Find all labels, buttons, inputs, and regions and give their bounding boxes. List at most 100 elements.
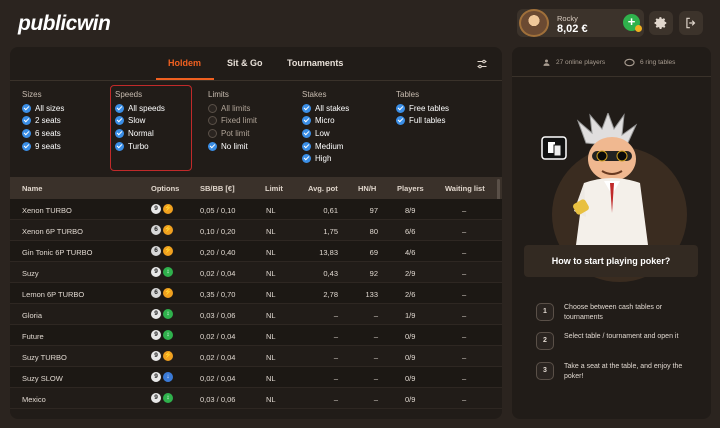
- howto-title: How to start playing poker?: [524, 245, 698, 277]
- checkbox[interactable]: [115, 103, 124, 113]
- cell-players: 0/9: [405, 353, 416, 362]
- checkbox[interactable]: [22, 128, 31, 138]
- filter-option[interactable]: Pot limit: [208, 127, 257, 140]
- filter-option[interactable]: Slow: [115, 115, 165, 128]
- filter-option[interactable]: High: [302, 152, 349, 165]
- cell-players: 1/9: [405, 311, 416, 320]
- cell-players: 0/9: [405, 395, 416, 404]
- tab-sit-and-go[interactable]: Sit & Go: [227, 58, 263, 68]
- checkbox[interactable]: [115, 116, 124, 126]
- logo[interactable]: publicwin: [18, 12, 111, 36]
- column-options[interactable]: Options: [151, 184, 179, 193]
- option-label: Low: [315, 128, 330, 138]
- table-header: Name Options SB/BB [€] Limit Avg. pot HN…: [10, 177, 502, 199]
- checkbox[interactable]: [115, 128, 124, 138]
- filter-option[interactable]: All sizes: [22, 102, 64, 115]
- cell-hnh: 97: [369, 206, 378, 215]
- checkbox[interactable]: [302, 103, 311, 113]
- seats-badge: 6: [151, 246, 161, 256]
- logout-icon: [686, 17, 696, 29]
- cell-limit: NL: [266, 311, 276, 320]
- table-row[interactable]: Lemon 6P TURBO 6 ⚡ 0,35 / 0,70 NL 2,78 133 2/6 –: [10, 283, 502, 304]
- filter-option[interactable]: Medium: [302, 140, 349, 153]
- cell-stakes: 0,35 / 0,70: [200, 290, 236, 299]
- filter-option[interactable]: Free tables: [396, 102, 449, 115]
- column-limit[interactable]: Limit: [265, 184, 283, 193]
- table-row[interactable]: Xenon 6P TURBO 6 ⚡ 0,10 / 0,20 NL 1,75 80 6/6 –: [10, 220, 502, 241]
- cell-avg-pot: –: [333, 395, 338, 404]
- checkbox[interactable]: [302, 116, 311, 126]
- cell-limit: NL: [266, 227, 276, 236]
- checkbox[interactable]: [208, 116, 217, 126]
- table-row[interactable]: Gloria 9 ↕ 0,03 / 0,06 NL – – 1/9 –: [10, 304, 502, 325]
- column-waiting-list[interactable]: Waiting list: [445, 184, 485, 193]
- column-stakes[interactable]: SB/BB [€]: [200, 184, 235, 193]
- checkbox[interactable]: [22, 116, 31, 126]
- table-row[interactable]: Xenon TURBO 9 ⚡ 0,05 / 0,10 NL 0,61 97 8/9 –: [10, 199, 502, 220]
- step-number: 2: [536, 332, 554, 350]
- tab-tournaments[interactable]: Tournaments: [287, 58, 343, 68]
- seats-badge: 9: [151, 351, 161, 361]
- column-players[interactable]: Players: [397, 184, 424, 193]
- checkbox[interactable]: [302, 141, 311, 151]
- filter-option[interactable]: Low: [302, 127, 349, 140]
- filter-option[interactable]: 6 seats: [22, 127, 64, 140]
- checkbox[interactable]: [396, 103, 405, 113]
- filter-toggle-icon[interactable]: [476, 58, 488, 70]
- active-tab-indicator: [156, 78, 214, 80]
- checkbox[interactable]: [396, 116, 405, 126]
- user-panel[interactable]: Rocky 8,02 € +: [517, 9, 644, 37]
- column-avg-pot[interactable]: Avg. pot: [308, 184, 338, 193]
- cell-limit: NL: [266, 374, 276, 383]
- filter-option[interactable]: Normal: [115, 127, 165, 140]
- filter-option[interactable]: All limits: [208, 102, 257, 115]
- cell-limit: NL: [266, 332, 276, 341]
- cell-stakes: 0,02 / 0,04: [200, 269, 236, 278]
- cell-stakes: 0,03 / 0,06: [200, 395, 236, 404]
- filter-option[interactable]: Turbo: [115, 140, 165, 153]
- table-row[interactable]: Suzy TURBO 9 ⚡ 0,02 / 0,04 NL – – 0/9 –: [10, 346, 502, 367]
- avatar[interactable]: [519, 9, 549, 37]
- filter-option[interactable]: No limit: [208, 140, 257, 153]
- tab-holdem[interactable]: Holdem: [168, 58, 201, 68]
- table-row[interactable]: Mexico 9 ↕ 0,03 / 0,06 NL – – 0/9 –: [10, 388, 502, 409]
- cell-name: Suzy SLOW: [22, 374, 63, 383]
- logout-button[interactable]: [679, 11, 703, 35]
- checkbox[interactable]: [208, 103, 217, 113]
- filter-option[interactable]: Full tables: [396, 115, 449, 128]
- column-hands-per-hour[interactable]: HN/H: [358, 184, 376, 193]
- cell-players: 8/9: [405, 206, 416, 215]
- cell-players: 2/6: [405, 290, 416, 299]
- cell-players: 4/6: [405, 248, 416, 257]
- filter-option[interactable]: Fixed limit: [208, 115, 257, 128]
- checkbox[interactable]: [302, 128, 311, 138]
- table-row[interactable]: Future 9 ↕ 0,02 / 0,04 NL – – 0/9 –: [10, 325, 502, 346]
- filter-sizes: Sizes All sizes 2 seats 6 seats 9 seats: [22, 90, 64, 152]
- checkbox[interactable]: [302, 154, 311, 164]
- seats-badge: 9: [151, 204, 161, 214]
- checkbox[interactable]: [115, 141, 124, 151]
- checkbox[interactable]: [208, 141, 217, 151]
- option-label: All speeds: [128, 103, 165, 113]
- filter-option[interactable]: All stakes: [302, 102, 349, 115]
- column-name[interactable]: Name: [22, 184, 42, 193]
- option-label: Medium: [315, 141, 344, 151]
- settings-button[interactable]: [649, 11, 673, 35]
- checkbox[interactable]: [22, 141, 31, 151]
- cell-stakes: 0,05 / 0,10: [200, 206, 236, 215]
- table-row[interactable]: Suzy 9 ↕ 0,02 / 0,04 NL 0,43 92 2/9 –: [10, 262, 502, 283]
- online-players: 27 online players: [556, 59, 606, 66]
- filter-option[interactable]: Micro: [302, 115, 349, 128]
- filter-option[interactable]: 2 seats: [22, 115, 64, 128]
- table-row[interactable]: Gin Tonic 6P TURBO 6 ⚡ 0,20 / 0,40 NL 13,83 69…: [10, 241, 502, 262]
- cell-name: Gloria: [22, 311, 43, 320]
- filter-option[interactable]: 9 seats: [22, 140, 64, 153]
- cell-hnh: –: [373, 332, 378, 341]
- filter-stakes-title: Stakes: [302, 90, 327, 99]
- table-row[interactable]: Suzy SLOW 9 ↓ 0,02 / 0,04 NL – – 0/9 –: [10, 367, 502, 388]
- checkbox[interactable]: [208, 128, 217, 138]
- checkbox[interactable]: [22, 103, 31, 113]
- filter-option[interactable]: All speeds: [115, 102, 165, 115]
- cell-name: Suzy: [22, 269, 39, 278]
- cell-waiting: –: [462, 227, 467, 236]
